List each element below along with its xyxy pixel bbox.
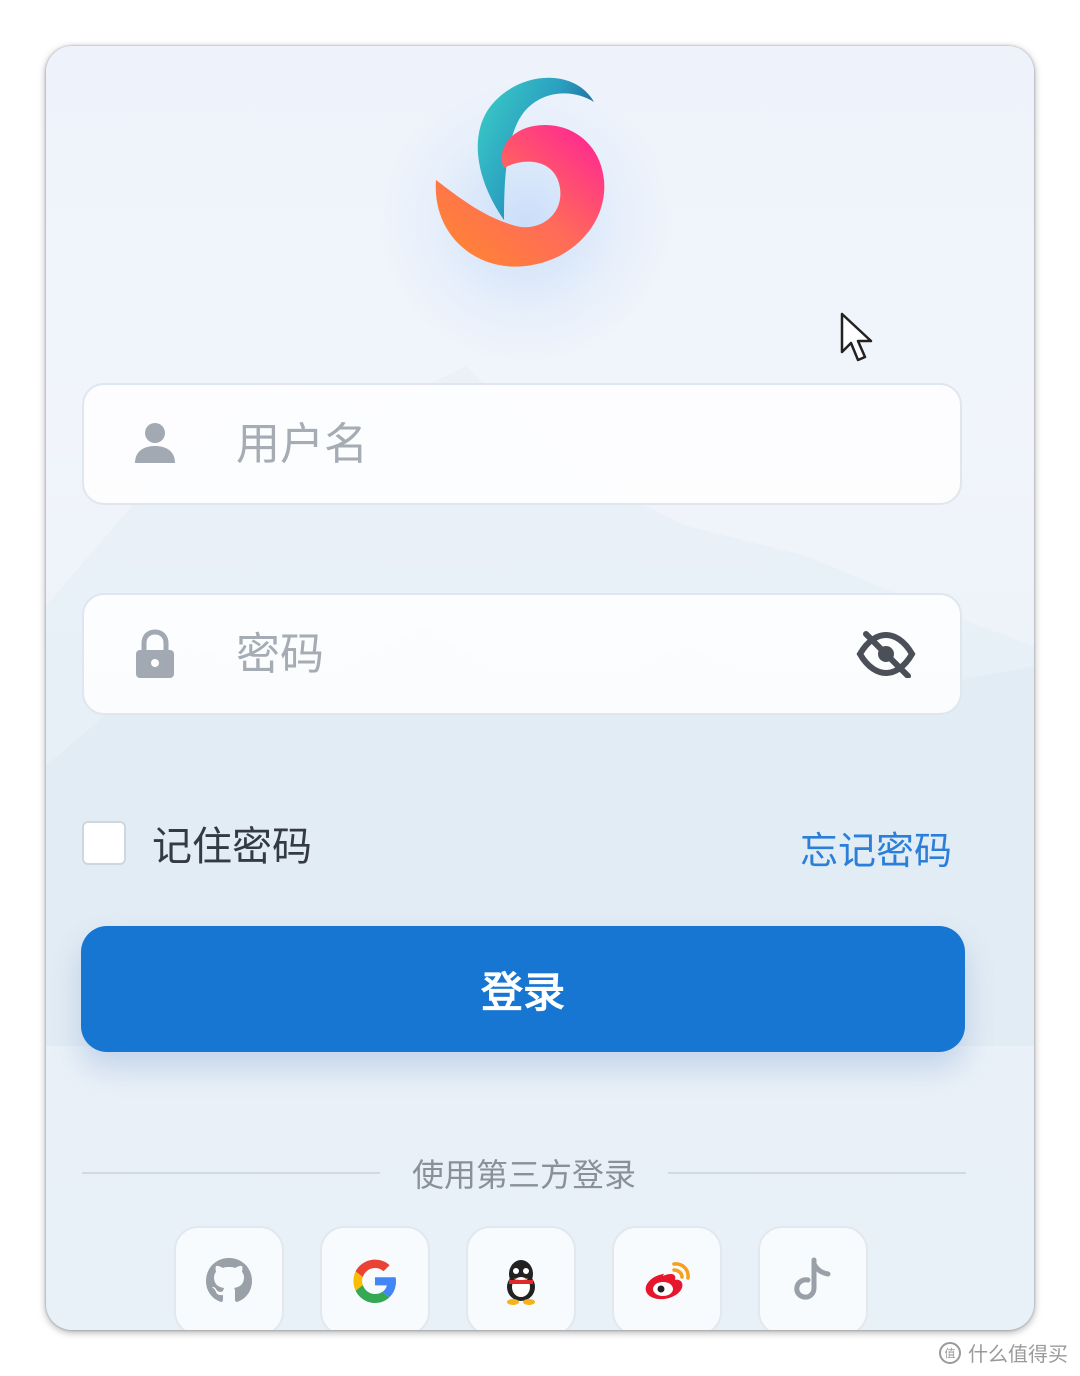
- social-login-list: [174, 1226, 868, 1330]
- divider-line-left: [82, 1172, 380, 1174]
- login-button[interactable]: 登录: [81, 926, 965, 1052]
- github-login-button[interactable]: [174, 1226, 284, 1330]
- username-input[interactable]: [234, 408, 838, 480]
- third-party-divider: 使用第三方登录: [82, 1148, 967, 1198]
- remember-checkbox[interactable]: [82, 821, 126, 865]
- divider-line-right: [668, 1172, 967, 1174]
- third-party-label: 使用第三方登录: [412, 1156, 637, 1194]
- password-input[interactable]: [234, 618, 838, 690]
- weibo-icon: [645, 1262, 690, 1300]
- mouse-cursor-icon: [840, 312, 873, 362]
- login-card: 记住密码 忘记密码 登录 使用第三方登录: [46, 46, 1034, 1330]
- github-icon: [206, 1258, 252, 1302]
- lock-icon: [136, 629, 174, 678]
- watermark-text: 什么值得买: [968, 1342, 1068, 1366]
- weibo-login-button[interactable]: [612, 1226, 722, 1330]
- qq-icon: [507, 1260, 535, 1305]
- qq-login-button[interactable]: [466, 1226, 576, 1330]
- smzdm-logo-icon: 值: [939, 1341, 961, 1364]
- password-field[interactable]: [82, 593, 962, 715]
- svg-text:值: 值: [945, 1347, 956, 1360]
- username-field[interactable]: [82, 383, 962, 505]
- eye-off-icon[interactable]: [856, 630, 916, 678]
- google-login-button[interactable]: [320, 1226, 430, 1330]
- douyin-icon: [794, 1257, 831, 1300]
- remember-label: 记住密码: [152, 824, 312, 870]
- google-icon: [353, 1259, 396, 1303]
- app-logo: [435, 77, 605, 267]
- watermark: 值 什么值得买: [938, 1338, 1068, 1367]
- remember-password[interactable]: 记住密码: [82, 818, 312, 870]
- user-icon: [135, 423, 175, 463]
- douyin-login-button[interactable]: [758, 1226, 868, 1330]
- forgot-password-link[interactable]: 忘记密码: [800, 820, 952, 875]
